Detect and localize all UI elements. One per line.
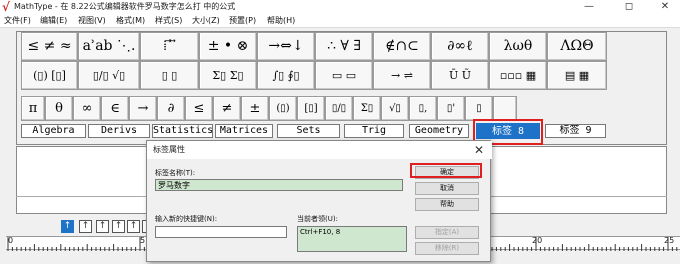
- palette-brackets[interactable]: [▯]: [297, 96, 325, 121]
- palette-labeled-arrows[interactable]: → ⇌: [373, 61, 431, 90]
- maximize-icon: ◻: [624, 1, 634, 12]
- menu-preferences[interactable]: 预置(P): [229, 14, 256, 28]
- tab-label-9[interactable]: 标签 9: [545, 124, 606, 138]
- palette-element-of[interactable]: ∈: [101, 96, 129, 121]
- menu-bar: 文件(F) 编辑(E) 视图(V) 格式(M) 样式(S) 大小(Z) 预置(P…: [0, 14, 680, 28]
- tab-matrices[interactable]: Matrices: [215, 124, 273, 138]
- align-icon[interactable]: ↑: [79, 220, 92, 233]
- align-icon[interactable]: ↑: [112, 220, 125, 233]
- tab-trig[interactable]: Trig: [344, 124, 404, 138]
- palette-spaces-ellipses[interactable]: ẚab ⋱.: [78, 32, 140, 61]
- palette-summations[interactable]: Σ▯ Σ▯: [199, 61, 257, 90]
- tab-name-input[interactable]: 罗马数字: [155, 179, 403, 191]
- palette-integrals[interactable]: ∫▯ ∮▯: [257, 61, 315, 90]
- palette-empty-slot[interactable]: [493, 96, 517, 121]
- window-title: MathType - 在 8.22公式编辑器软件罗马数字怎么打 中的公式: [14, 2, 236, 11]
- palette-arrows[interactable]: →⇔↓: [257, 32, 315, 61]
- palette-bars[interactable]: ▭ ▭: [315, 61, 373, 90]
- help-button[interactable]: 帮助: [415, 198, 479, 211]
- cancel-button[interactable]: 取消: [415, 182, 479, 195]
- maximize-button[interactable]: ◻: [616, 0, 642, 14]
- tab-name-label: 标签名称(T):: [155, 169, 196, 177]
- palette-superscript[interactable]: ▯': [437, 96, 465, 121]
- menu-help[interactable]: 帮助(H): [267, 14, 295, 28]
- ok-highlight-annotation: [410, 163, 482, 178]
- palette-logical[interactable]: ∴ ∀ ∃: [315, 32, 373, 61]
- close-button[interactable]: ✕: [652, 0, 678, 14]
- tab-derivs[interactable]: Derivs: [88, 124, 150, 138]
- palette-infinity[interactable]: ∞: [73, 96, 101, 121]
- dialog-title-bar: [147, 141, 492, 159]
- palette-not-equal[interactable]: ≠: [213, 96, 241, 121]
- tab-statistics[interactable]: Statistics: [152, 124, 213, 138]
- menu-size[interactable]: 大小(Z): [192, 14, 220, 28]
- palette-matrices[interactable]: ▫▫▫ ▦: [489, 61, 547, 90]
- palette-right-arrow[interactable]: →: [129, 96, 157, 121]
- palette-products[interactable]: Ū Ũ: [431, 61, 489, 90]
- shortcut-label: 输入新的快捷键(N):: [155, 215, 218, 223]
- palette-set-theory[interactable]: ∉∩⊂: [373, 32, 431, 61]
- menu-format[interactable]: 格式(M): [116, 14, 145, 28]
- palette-relations[interactable]: ≤ ≠ ≈: [21, 32, 78, 61]
- ruler-label: 20: [532, 236, 543, 245]
- tab-algebra[interactable]: Algebra: [21, 124, 86, 138]
- palette-embellishments[interactable]: ⁞ ⃗ ⃡: [140, 32, 199, 61]
- palette-pi[interactable]: π: [21, 96, 45, 121]
- minimize-icon: —: [584, 1, 594, 12]
- palette-less-equal[interactable]: ≤: [185, 96, 213, 121]
- palette-scripts[interactable]: ▯ ▯: [140, 61, 199, 90]
- palette-fraction[interactable]: ▯/▯: [325, 96, 353, 121]
- palette-square-root[interactable]: √▯: [381, 96, 409, 121]
- menu-file[interactable]: 文件(F): [4, 14, 31, 28]
- ruler-label: 5: [140, 236, 146, 245]
- dialog-close-icon[interactable]: ✕: [469, 141, 489, 159]
- menu-style[interactable]: 样式(S): [155, 14, 182, 28]
- current-shortcut-label: 当前者领(U):: [297, 215, 338, 223]
- align-icon[interactable]: ↑: [61, 220, 74, 233]
- palette-greek-upper[interactable]: ΛΩΘ: [547, 32, 607, 61]
- shortcut-input[interactable]: [155, 226, 287, 238]
- current-shortcut-list[interactable]: Ctrl+F10, 8: [297, 226, 407, 252]
- ruler-label: 0: [8, 236, 14, 245]
- menu-edit[interactable]: 编辑(E): [40, 14, 67, 28]
- minimize-button[interactable]: —: [576, 0, 602, 14]
- tab-properties-dialog: 标签属性 ✕ 标签名称(T): 罗马数字 输入新的快捷键(N): 当前者领(U)…: [146, 140, 492, 262]
- palette-greek-lower[interactable]: λωθ: [489, 32, 547, 61]
- mathtype-app-icon: √: [2, 0, 10, 14]
- menu-view[interactable]: 视图(V): [78, 14, 106, 28]
- palette-theta[interactable]: θ: [45, 96, 73, 121]
- align-icon[interactable]: ↑: [96, 220, 109, 233]
- align-icon[interactable]: ↑: [127, 220, 140, 233]
- palette-fences[interactable]: (▯) [▯]: [21, 61, 78, 90]
- palette-parentheses[interactable]: (▯): [269, 96, 297, 121]
- palette-partial[interactable]: ∂: [157, 96, 185, 121]
- remove-button[interactable]: 移除(R): [415, 242, 479, 255]
- tab-sets[interactable]: Sets: [277, 124, 340, 138]
- palette-fractions-radicals[interactable]: ▯/▯ √▯: [78, 61, 140, 90]
- assign-button[interactable]: 指定(A): [415, 226, 479, 239]
- palette-box[interactable]: ▯: [465, 96, 493, 121]
- tab-geometry[interactable]: Geometry: [409, 124, 469, 138]
- dialog-title: 标签属性: [153, 145, 185, 154]
- close-icon: ✕: [660, 1, 670, 12]
- palette-summation[interactable]: Σ▯: [353, 96, 381, 121]
- palette-misc-symbols[interactable]: ∂∞ℓ: [431, 32, 489, 61]
- palette-boxes[interactable]: ▤ ▦: [547, 61, 607, 90]
- palette-plus-minus[interactable]: ±: [241, 96, 269, 121]
- palette-operators[interactable]: ± • ⊗: [199, 32, 257, 61]
- palette-subscript[interactable]: ▯,: [409, 96, 437, 121]
- ruler-label: 25: [664, 236, 675, 245]
